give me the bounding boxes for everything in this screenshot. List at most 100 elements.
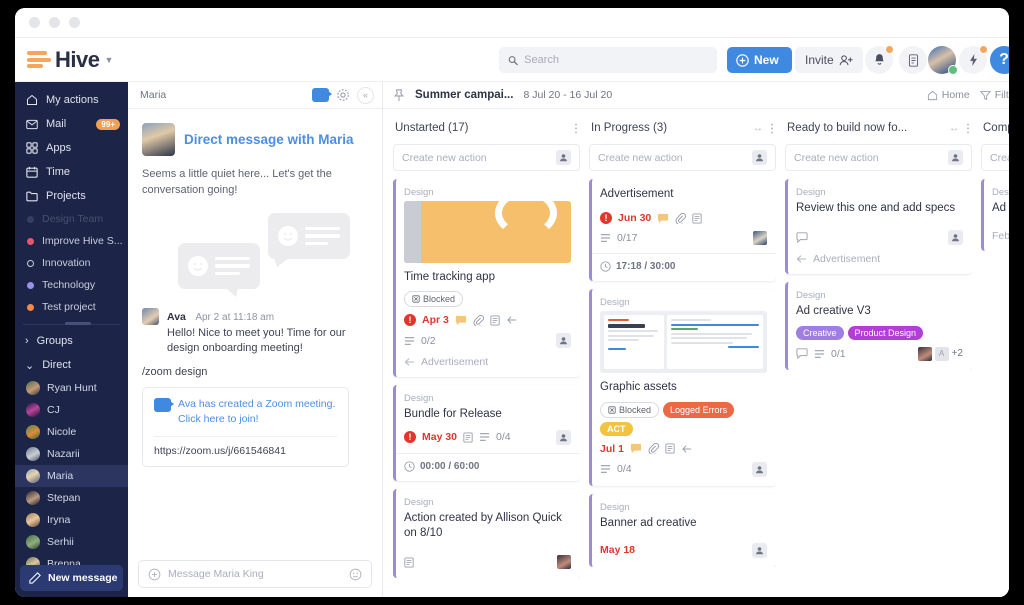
- sidebar-dm-cj[interactable]: CJ: [15, 399, 128, 421]
- message-input-placeholder[interactable]: Message Maria King: [168, 568, 342, 580]
- assignee-picker-icon[interactable]: [948, 150, 963, 165]
- collapse-panel-icon[interactable]: «: [357, 87, 374, 104]
- sidebar-dm-maria[interactable]: Maria: [15, 465, 128, 487]
- comment-icon[interactable]: [796, 232, 808, 243]
- kanban-card[interactable]: Design Ad creative... Feb 6: [981, 179, 1009, 251]
- sidebar-project-design-team[interactable]: Design Team: [15, 208, 128, 230]
- sidebar-project-improve-hive[interactable]: Improve Hive S...: [15, 230, 128, 252]
- comment-icon[interactable]: [796, 348, 808, 359]
- attachment-icon[interactable]: [648, 443, 659, 454]
- assignee-picker-icon[interactable]: [752, 150, 767, 165]
- sidebar-item-my-actions[interactable]: My actions: [15, 88, 128, 112]
- notifications-button[interactable]: [865, 46, 893, 74]
- window-maximize-button[interactable]: [69, 17, 80, 28]
- comment-icon[interactable]: [657, 213, 669, 224]
- column-more-icon[interactable]: [574, 123, 578, 134]
- subtask-icon[interactable]: [681, 444, 692, 454]
- sidebar-dm-nazarii[interactable]: Nazarii: [15, 443, 128, 465]
- new-button[interactable]: New: [727, 47, 792, 73]
- card-assignee-icon[interactable]: [948, 230, 963, 245]
- sidebar-dm-nicole[interactable]: Nicole: [15, 421, 128, 443]
- sidebar-item-time[interactable]: Time: [15, 160, 128, 184]
- zoom-url[interactable]: https://zoom.us/j/661546841: [154, 445, 337, 457]
- sidebar-item-mail[interactable]: Mail 99+: [15, 112, 128, 136]
- create-new-action-completed[interactable]: Create new action: [981, 144, 1009, 171]
- card-time-tracking[interactable]: 00:00 / 60:00: [404, 461, 571, 472]
- card-assignee-avatar[interactable]: [918, 347, 932, 361]
- sidebar-project-innovation[interactable]: Innovation: [15, 252, 128, 274]
- sidebar-project-test-project[interactable]: Test project: [15, 296, 128, 318]
- gear-icon[interactable]: [336, 88, 350, 102]
- emoji-icon[interactable]: [349, 568, 362, 581]
- form-icon[interactable]: [665, 443, 675, 454]
- card-chip-creative[interactable]: Creative: [796, 326, 844, 340]
- sidebar-section-groups[interactable]: › Groups: [15, 329, 128, 353]
- search-box[interactable]: [499, 47, 717, 73]
- integrations-button[interactable]: [959, 46, 987, 74]
- board-action-filters[interactable]: Filters: [980, 89, 1009, 101]
- sidebar-dm-ryan-hunt[interactable]: Ryan Hunt: [15, 377, 128, 399]
- sidebar-dm-iryna[interactable]: Iryna: [15, 509, 128, 531]
- create-new-action-in-progress[interactable]: Create new action: [589, 144, 776, 171]
- card-assignee-avatar[interactable]: [753, 231, 767, 245]
- video-call-icon[interactable]: [312, 88, 329, 102]
- sidebar-section-direct[interactable]: ⌄ Direct: [15, 353, 128, 377]
- sidebar-item-apps[interactable]: Apps: [15, 136, 128, 160]
- documents-button[interactable]: [899, 46, 927, 74]
- card-chip-act[interactable]: ACT: [600, 422, 633, 436]
- sidebar-dm-stepan[interactable]: Stepan: [15, 487, 128, 509]
- form-icon[interactable]: [404, 557, 414, 568]
- help-button[interactable]: ?: [990, 46, 1009, 74]
- board-action-home[interactable]: Home: [927, 89, 970, 101]
- card-chip-product-design[interactable]: Product Design: [848, 326, 924, 340]
- card-parent[interactable]: Advertisement: [404, 356, 571, 368]
- invite-button[interactable]: Invite: [795, 47, 863, 73]
- card-assignee-overflow[interactable]: +2: [952, 348, 963, 359]
- window-close-button[interactable]: [29, 17, 40, 28]
- subtask-icon[interactable]: [506, 315, 517, 325]
- kanban-card[interactable]: Design Action created by Allison Quick o…: [393, 489, 580, 579]
- kanban-card[interactable]: Design Review this one and add specs: [785, 179, 972, 274]
- assignee-picker-icon[interactable]: [556, 150, 571, 165]
- message-composer[interactable]: Message Maria King: [138, 560, 372, 588]
- card-assignee-icon[interactable]: [556, 430, 571, 445]
- card-time-tracking[interactable]: 17:18 / 30:00: [600, 261, 767, 272]
- hive-logo[interactable]: Hive ▼: [15, 47, 143, 73]
- create-action-placeholder[interactable]: Create new action: [794, 152, 942, 164]
- kanban-card[interactable]: Advertisement ! Jun 30: [589, 179, 776, 281]
- new-message-button[interactable]: New message: [20, 565, 123, 591]
- kanban-card[interactable]: Design: [589, 289, 776, 485]
- column-more-icon[interactable]: [966, 123, 970, 134]
- comment-icon[interactable]: [455, 315, 467, 326]
- zoom-meeting-card[interactable]: Ava has created a Zoom meeting. Click he…: [142, 387, 349, 466]
- zoom-join-link[interactable]: Ava has created a Zoom meeting. Click he…: [178, 397, 337, 427]
- window-minimize-button[interactable]: [49, 17, 60, 28]
- form-icon[interactable]: [490, 315, 500, 326]
- create-action-placeholder[interactable]: Create new action: [598, 152, 746, 164]
- sidebar-item-projects[interactable]: Projects: [15, 184, 128, 208]
- card-assignee-avatar-initial[interactable]: A: [935, 347, 949, 361]
- sidebar-dm-serhii[interactable]: Serhii: [15, 531, 128, 553]
- user-avatar[interactable]: [928, 46, 956, 74]
- create-action-placeholder[interactable]: Create new action: [402, 152, 550, 164]
- attachment-icon[interactable]: [473, 315, 484, 326]
- card-assignee-avatar[interactable]: [557, 555, 571, 569]
- card-parent[interactable]: Advertisement: [796, 253, 963, 265]
- form-icon[interactable]: [692, 213, 702, 224]
- column-more-icon[interactable]: [770, 123, 774, 134]
- attachment-icon[interactable]: [675, 213, 686, 224]
- add-attachment-icon[interactable]: [148, 568, 161, 581]
- chevron-down-icon[interactable]: ▼: [104, 55, 113, 65]
- column-resize-icon[interactable]: ↔: [949, 123, 959, 134]
- card-assignee-icon[interactable]: [752, 462, 767, 477]
- comment-icon[interactable]: [630, 443, 642, 454]
- card-assignee-icon[interactable]: [556, 333, 571, 348]
- card-chip-error[interactable]: Logged Errors: [663, 402, 734, 418]
- card-assignee-icon[interactable]: [752, 543, 767, 558]
- card-chip-blocked[interactable]: Blocked: [404, 291, 463, 307]
- kanban-card[interactable]: Design Time tracking app Blocked: [393, 179, 580, 377]
- sidebar-project-technology[interactable]: Technology: [15, 274, 128, 296]
- pin-icon[interactable]: [393, 89, 405, 102]
- create-new-action-unstarted[interactable]: Create new action: [393, 144, 580, 171]
- form-icon[interactable]: [463, 432, 473, 443]
